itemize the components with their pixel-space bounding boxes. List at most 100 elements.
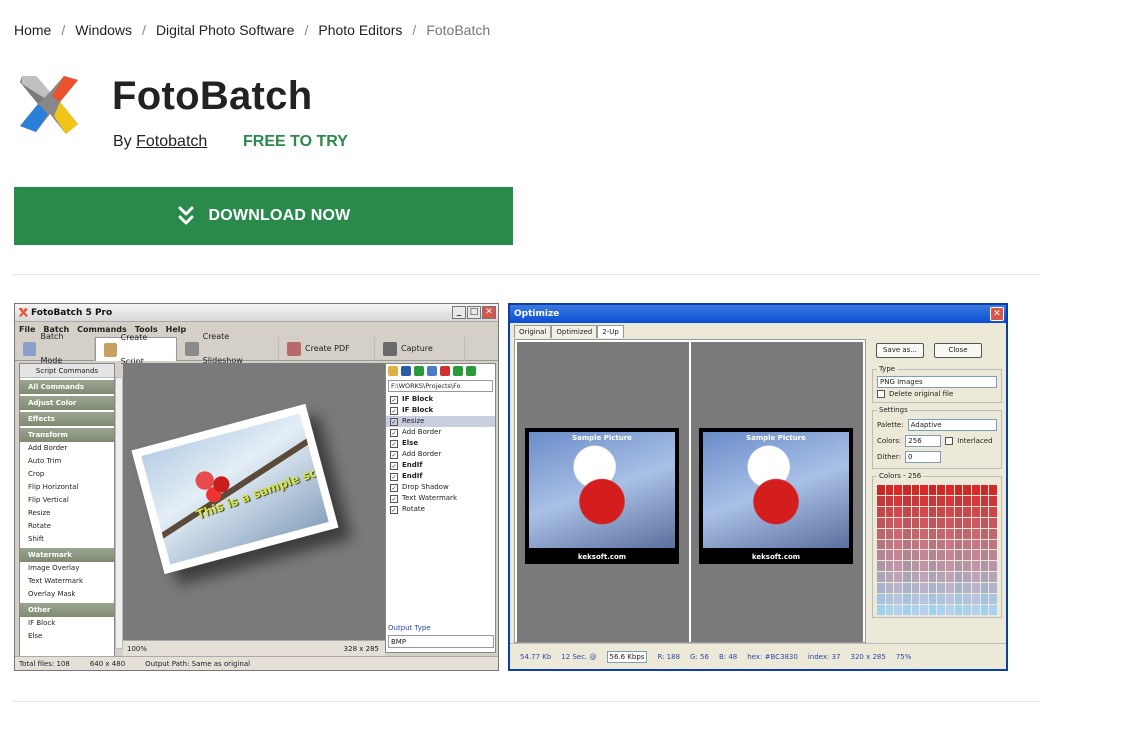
menu-file[interactable]: File [19,323,35,337]
palette-swatch[interactable] [920,485,928,495]
palette-swatch[interactable] [928,605,937,615]
palette-swatch[interactable] [946,517,954,528]
palette-swatch[interactable] [928,572,937,583]
palette-swatch[interactable] [989,506,997,517]
palette-swatch[interactable] [894,485,902,495]
list-item[interactable]: Shift [20,533,114,546]
script-item[interactable]: ✓ IF Block [386,405,495,416]
palette-swatch[interactable] [877,495,885,506]
palette-swatch[interactable] [920,561,928,572]
palette-swatch[interactable] [954,594,963,605]
speed-select[interactable]: 56.6 Kbps [606,650,648,663]
tab-2-up[interactable]: 2-Up [597,325,624,338]
palette-swatch[interactable] [928,517,937,528]
palette-swatch[interactable] [885,539,894,550]
tab-create-slideshow[interactable]: Create Slideshow [177,332,279,365]
output-type-select[interactable]: BMP [388,635,494,648]
checkbox-icon[interactable]: ✓ [390,417,398,426]
palette-swatch[interactable] [954,561,963,572]
palette-swatch[interactable] [894,528,902,539]
palette-swatch[interactable] [877,506,885,517]
palette-swatch[interactable] [989,572,997,583]
palette-swatch[interactable] [877,583,885,594]
list-item[interactable]: Flip Vertical [20,494,114,507]
palette-swatch[interactable] [928,539,937,550]
palette-swatch[interactable] [954,517,963,528]
arrow-down-icon[interactable] [466,366,476,376]
palette-swatch[interactable] [877,605,885,615]
palette-swatch[interactable] [963,583,972,594]
palette-swatch[interactable] [885,561,894,572]
palette-swatch[interactable] [885,550,894,561]
palette-swatch[interactable] [920,528,928,539]
palette-swatch[interactable] [963,485,972,495]
script-item[interactable]: ✓ Else [386,438,495,449]
palette-swatch[interactable] [980,572,989,583]
checkbox-icon[interactable] [877,390,885,398]
palette-swatch[interactable] [894,594,902,605]
script-item[interactable]: ✓ Add Border [386,449,495,460]
palette-swatch[interactable] [963,605,972,615]
checkbox-icon[interactable]: ✓ [390,505,398,514]
delete-icon[interactable] [440,366,450,376]
palette-swatch[interactable] [920,594,928,605]
palette-swatch[interactable] [963,495,972,506]
palette-swatch[interactable] [885,528,894,539]
palette-swatch[interactable] [885,583,894,594]
checkbox-icon[interactable]: ✓ [390,494,398,503]
palette-swatch[interactable] [989,517,997,528]
palette-swatch[interactable] [972,506,980,517]
palette-swatch[interactable] [980,506,989,517]
palette-swatch[interactable] [920,539,928,550]
menu-help[interactable]: Help [166,323,187,337]
palette-swatch[interactable] [911,572,920,583]
list-item[interactable]: Auto Trim [20,455,114,468]
scrollbar[interactable] [115,377,123,649]
palette-swatch[interactable] [963,506,972,517]
palette-swatch[interactable] [972,550,980,561]
palette-swatch[interactable] [963,550,972,561]
close-icon[interactable]: ✕ [482,306,496,319]
list-item[interactable]: Add Border [20,442,114,455]
palette-swatch[interactable] [980,561,989,572]
palette-swatch[interactable] [894,572,902,583]
palette-swatch[interactable] [954,572,963,583]
palette-swatch[interactable] [928,594,937,605]
close-button[interactable]: Close [934,343,982,358]
list-item[interactable]: Text Watermark [20,575,114,588]
checkbox-icon[interactable]: ✓ [390,461,398,470]
palette-swatch[interactable] [946,594,954,605]
palette-swatch[interactable] [954,506,963,517]
palette-swatch[interactable] [989,561,997,572]
palette-swatch[interactable] [928,495,937,506]
category-adjust-color[interactable]: Adjust Color [20,396,114,410]
palette-swatch[interactable] [894,561,902,572]
palette-swatch[interactable] [946,528,954,539]
palette-swatch[interactable] [894,539,902,550]
checkbox-icon[interactable]: ✓ [390,439,398,448]
palette-swatch[interactable] [877,517,885,528]
palette-swatch[interactable] [911,539,920,550]
palette-swatch[interactable] [954,583,963,594]
palette-swatch[interactable] [920,572,928,583]
palette-swatch[interactable] [946,506,954,517]
palette-swatch[interactable] [877,485,885,495]
list-item[interactable]: Overlay Mask [20,588,114,601]
palette-swatch[interactable] [911,528,920,539]
palette-swatch[interactable] [937,485,946,495]
save-as-button[interactable]: Save as... [876,343,924,358]
checkbox-icon[interactable]: ✓ [390,483,398,492]
palette-swatch[interactable] [980,485,989,495]
palette-swatch[interactable] [911,517,920,528]
palette-swatch[interactable] [954,539,963,550]
palette-swatch[interactable] [972,594,980,605]
palette-swatch[interactable] [877,550,885,561]
palette-swatch[interactable] [937,605,946,615]
zoom-select[interactable]: 100% [127,641,147,656]
tab-original[interactable]: Original [514,325,552,338]
checkbox-icon[interactable]: ✓ [390,450,398,459]
palette-swatch[interactable] [911,583,920,594]
open-icon[interactable] [388,366,398,376]
palette-swatch[interactable] [954,550,963,561]
checkbox-icon[interactable]: ✓ [390,472,398,481]
